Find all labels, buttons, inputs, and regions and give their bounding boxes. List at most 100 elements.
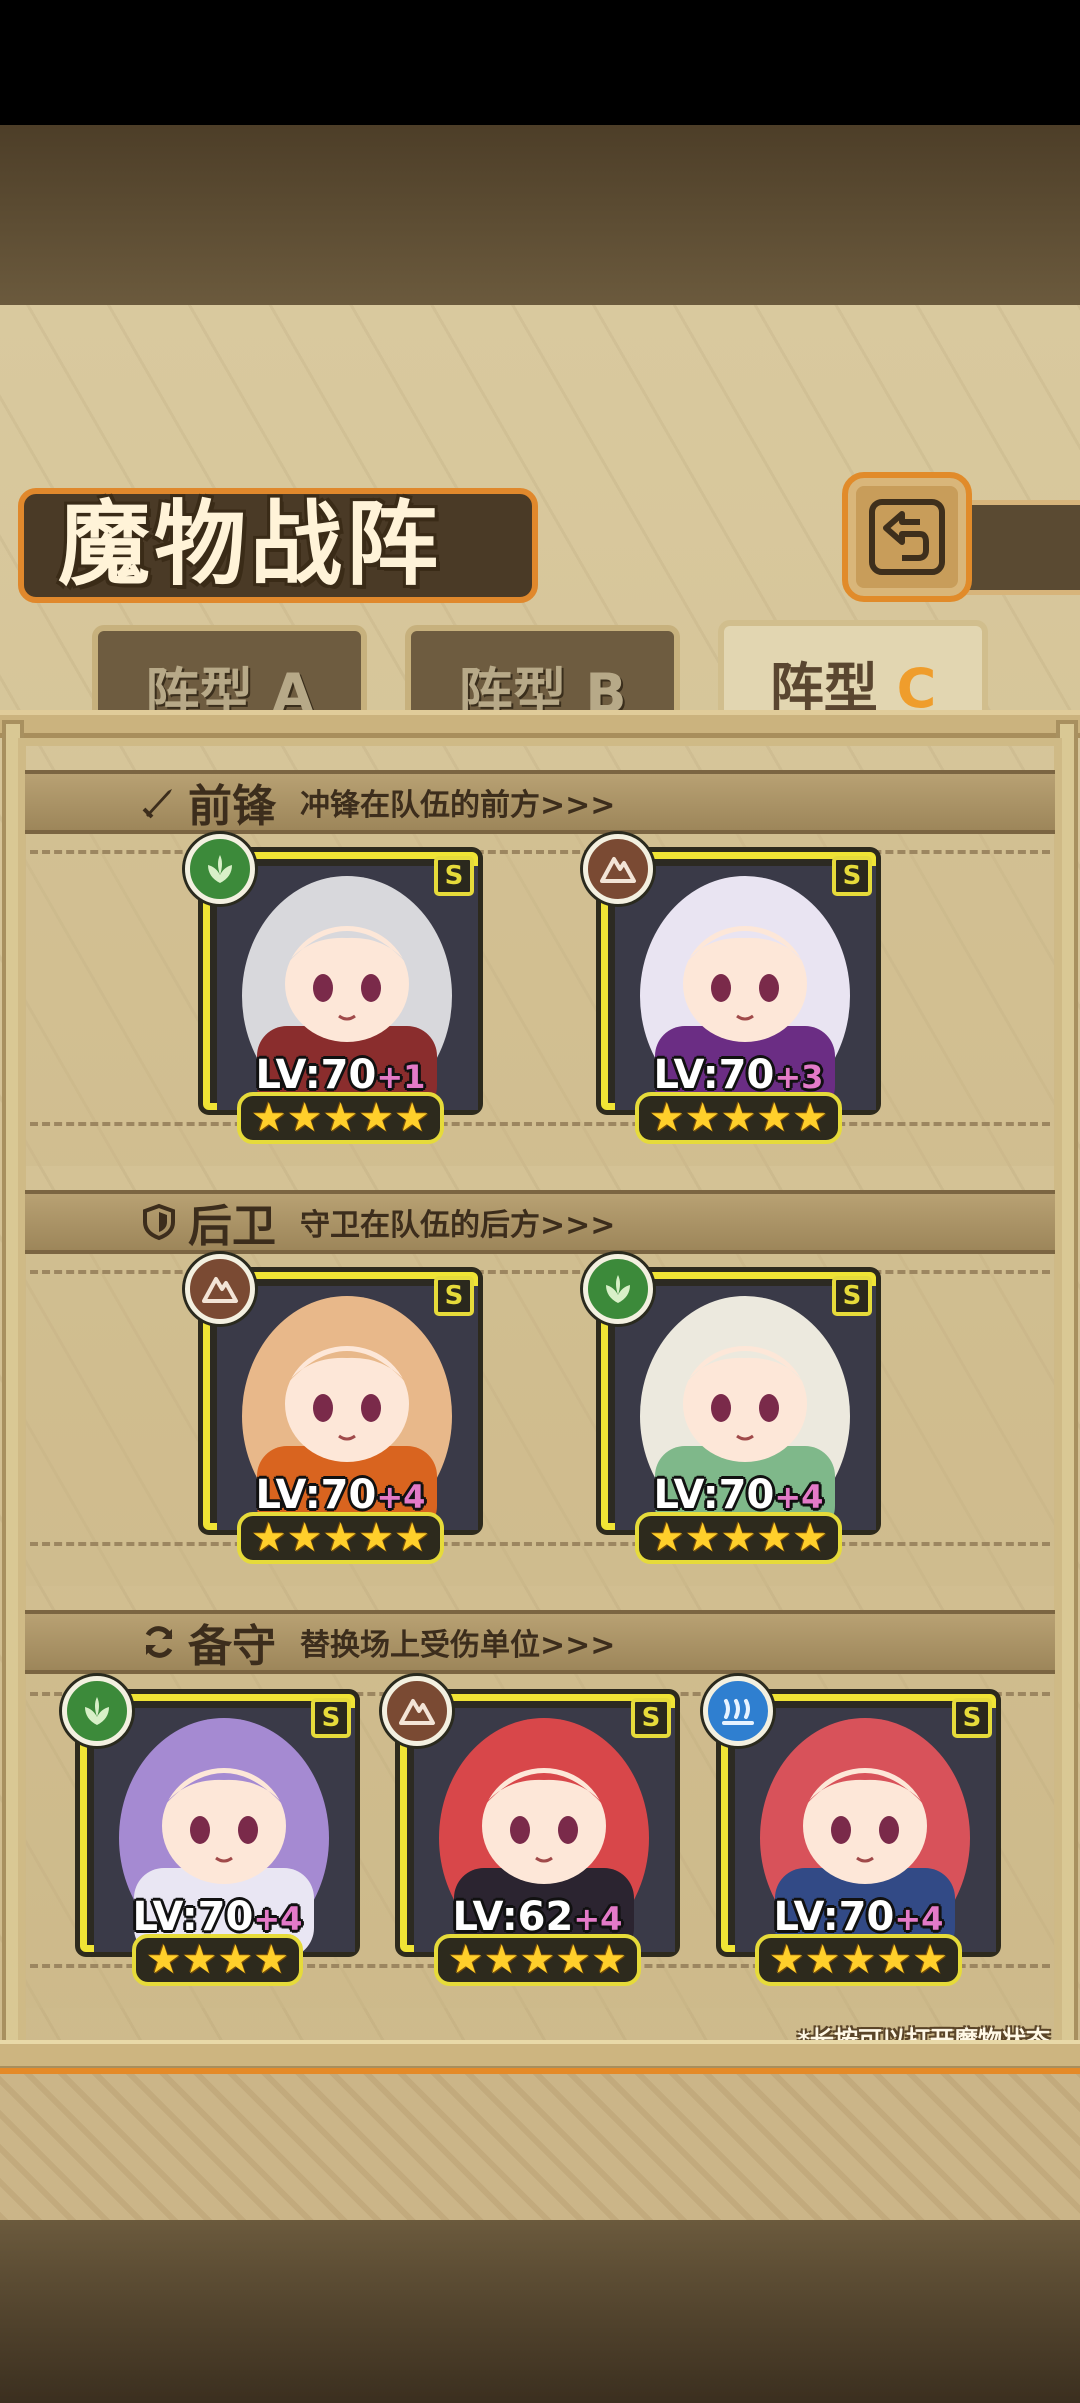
- monster-card[interactable]: S LV:70+1 ★★★★★: [185, 834, 478, 1144]
- rank-badge: S: [832, 1276, 872, 1316]
- star-rating: ★★★★★: [601, 1092, 876, 1144]
- star-rating: ★★★★★: [721, 1934, 996, 1986]
- level-bonus: +1: [376, 1058, 426, 1096]
- section-title: 前锋 冲锋在队伍的前方>>>: [140, 770, 615, 834]
- divider: [30, 1122, 1050, 1126]
- water-element-icon: [703, 1676, 773, 1746]
- page-title: 魔物战阵: [58, 491, 443, 598]
- star-icon: ★: [591, 1937, 628, 1983]
- star-icon: ★: [253, 1937, 290, 1983]
- star-icon: ★: [648, 1095, 685, 1141]
- earth-element-icon: [185, 1254, 255, 1324]
- star-rating-plate: ★★★★★: [634, 1092, 843, 1144]
- rank-badge: S: [311, 1698, 351, 1738]
- section-description: 守卫在队伍的后方>>>: [300, 1208, 616, 1243]
- level-bonus: +4: [894, 1900, 944, 1938]
- section-name: 备守: [188, 1621, 276, 1672]
- star-icon: ★: [447, 1937, 484, 1983]
- star-icon: ★: [792, 1095, 829, 1141]
- rank-badge: S: [631, 1698, 671, 1738]
- section-name: 前锋: [188, 781, 276, 832]
- star-icon: ★: [768, 1937, 805, 1983]
- rank-badge: S: [434, 1276, 474, 1316]
- board-bottom-bar: [0, 2040, 1080, 2070]
- nature-element-icon: [583, 1254, 653, 1324]
- shield-icon: [140, 1203, 178, 1241]
- divider: [30, 850, 1050, 854]
- star-icon: ★: [286, 1515, 323, 1561]
- star-icon: ★: [876, 1937, 913, 1983]
- star-rating-plate: ★★★★★: [236, 1512, 445, 1564]
- section-title: 后卫 守卫在队伍的后方>>>: [140, 1190, 615, 1254]
- star-icon: ★: [322, 1515, 359, 1561]
- monster-card[interactable]: S LV:70+4 ★★★★★: [185, 1254, 478, 1564]
- star-icon: ★: [145, 1937, 182, 1983]
- star-icon: ★: [720, 1095, 757, 1141]
- star-rating: ★★★★★: [601, 1512, 876, 1564]
- star-icon: ★: [358, 1095, 395, 1141]
- divider: [30, 1270, 1050, 1274]
- star-icon: ★: [358, 1515, 395, 1561]
- rank-badge: S: [832, 856, 872, 896]
- footer-map-band: [0, 2220, 1080, 2403]
- divider: [30, 1542, 1050, 1546]
- level-bonus: +4: [774, 1478, 824, 1516]
- monster-card[interactable]: S LV:62+4 ★★★★★: [382, 1676, 675, 1986]
- star-icon: ★: [519, 1937, 556, 1983]
- star-icon: ★: [394, 1515, 431, 1561]
- star-icon: ★: [483, 1937, 520, 1983]
- tab-frame: [0, 710, 1080, 738]
- star-icon: ★: [684, 1095, 721, 1141]
- monster-card[interactable]: S LV:70+4 ★★★★★: [703, 1676, 996, 1986]
- star-rating: ★★★★★: [203, 1512, 478, 1564]
- level-bonus: +4: [376, 1478, 426, 1516]
- level-bonus: +4: [573, 1900, 623, 1938]
- monster-card[interactable]: S LV:70+3 ★★★★★: [583, 834, 876, 1144]
- tab-formation-b[interactable]: 阵型 B: [405, 625, 680, 725]
- header-map-band: [0, 125, 1080, 305]
- star-icon: ★: [684, 1515, 721, 1561]
- back-arrow-icon: [869, 499, 945, 575]
- panel-bottom-strip: [0, 2070, 1080, 2220]
- rank-badge: S: [952, 1698, 992, 1738]
- nature-element-icon: [185, 834, 255, 904]
- star-icon: ★: [792, 1515, 829, 1561]
- star-icon: ★: [394, 1095, 431, 1141]
- star-icon: ★: [912, 1937, 949, 1983]
- sword-icon: [140, 783, 178, 821]
- star-rating: ★★★★★: [400, 1934, 675, 1986]
- star-icon: ★: [756, 1095, 793, 1141]
- star-rating-plate: ★★★★: [131, 1934, 304, 1986]
- star-icon: ★: [250, 1515, 287, 1561]
- status-bar-area: [0, 0, 1080, 125]
- star-icon: ★: [840, 1937, 877, 1983]
- section-title: 备守 替换场上受伤单位>>>: [140, 1610, 615, 1674]
- star-icon: ★: [286, 1095, 323, 1141]
- section-row-background: [25, 1254, 1055, 1586]
- back-button[interactable]: [842, 472, 972, 602]
- star-icon: ★: [217, 1937, 254, 1983]
- earth-element-icon: [583, 834, 653, 904]
- board-bottom-trim: [0, 2068, 1080, 2074]
- tab-formation-a[interactable]: 阵型 A: [92, 625, 367, 725]
- monster-card[interactable]: S LV:70+4 ★★★★★: [583, 1254, 876, 1564]
- star-rating-plate: ★★★★★: [634, 1512, 843, 1564]
- rank-badge: S: [434, 856, 474, 896]
- star-rating-plate: ★★★★★: [433, 1934, 642, 1986]
- star-icon: ★: [555, 1937, 592, 1983]
- section-description: 替换场上受伤单位>>>: [300, 1628, 616, 1663]
- star-icon: ★: [181, 1937, 218, 1983]
- star-icon: ★: [250, 1095, 287, 1141]
- star-rating: ★★★★: [80, 1934, 355, 1986]
- level-bonus: +4: [253, 1900, 303, 1938]
- section-description: 冲锋在队伍的前方>>>: [300, 788, 616, 823]
- star-icon: ★: [720, 1515, 757, 1561]
- monster-card[interactable]: S LV:70+4 ★★★★: [62, 1676, 355, 1986]
- section-row-background: [25, 834, 1055, 1166]
- star-icon: ★: [804, 1937, 841, 1983]
- nature-element-icon: [62, 1676, 132, 1746]
- earth-element-icon: [382, 1676, 452, 1746]
- star-icon: ★: [322, 1095, 359, 1141]
- level-bonus: +3: [774, 1058, 824, 1096]
- swap-icon: [140, 1623, 178, 1661]
